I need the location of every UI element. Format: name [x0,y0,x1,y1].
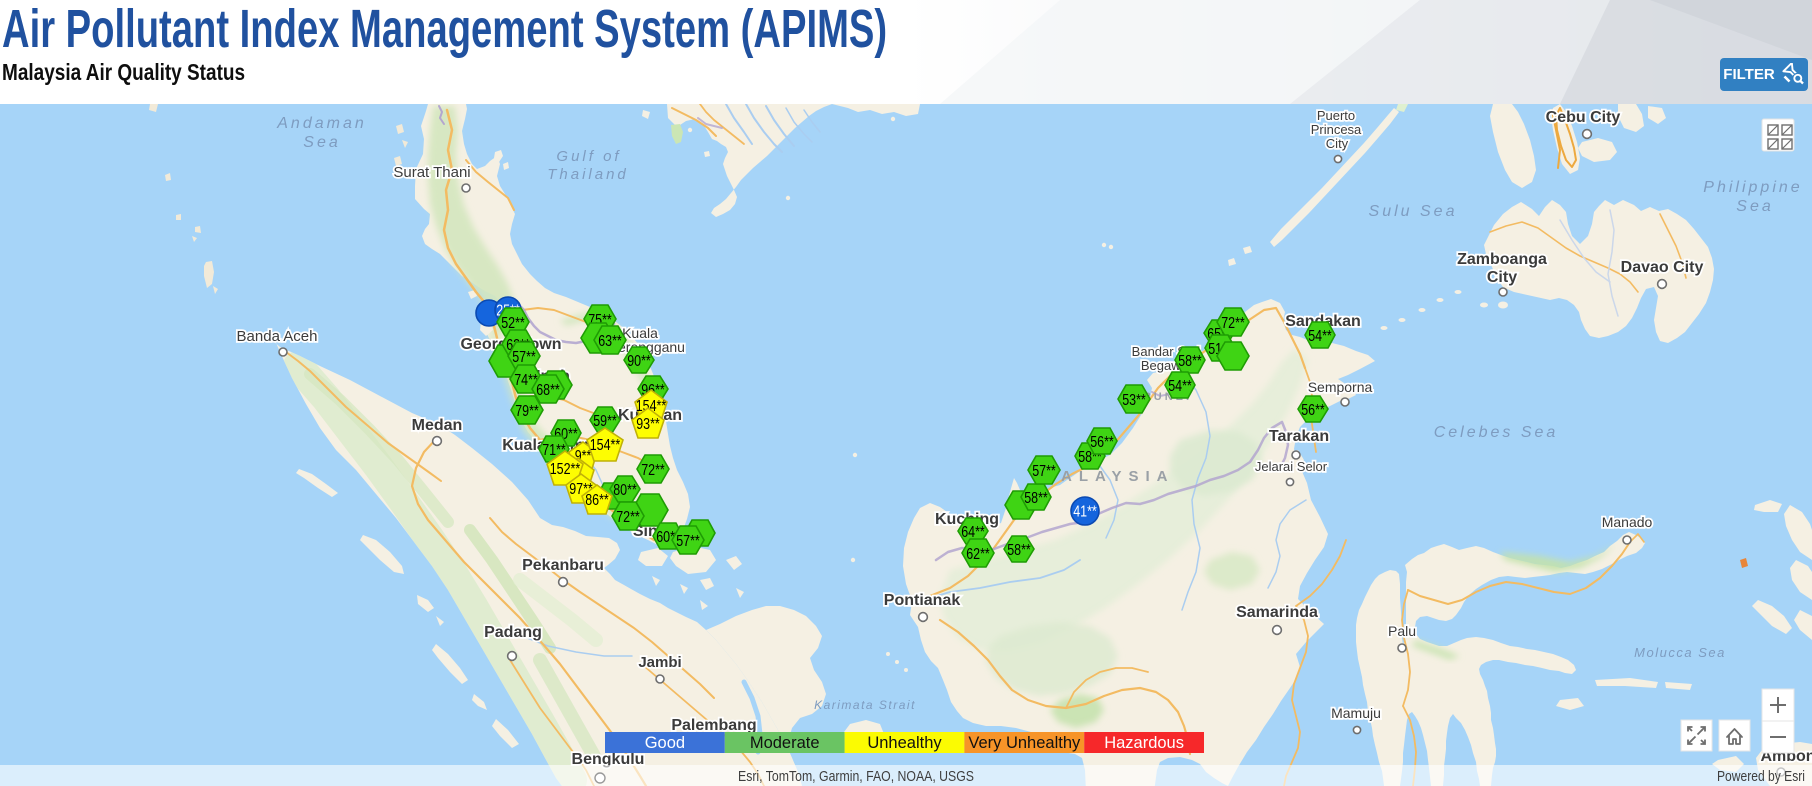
svg-text:Molucca Sea: Molucca Sea [1634,645,1726,660]
svg-text:Moderate: Moderate [750,734,820,752]
svg-text:68**: 68** [536,382,560,399]
svg-text:72**: 72** [641,462,665,479]
svg-text:63**: 63** [598,333,622,350]
svg-text:56**: 56** [1301,402,1325,419]
svg-text:Karimata Strait: Karimata Strait [814,698,916,712]
svg-text:Gulf of: Gulf of [556,148,621,165]
svg-text:Celebes Sea: Celebes Sea [1434,424,1559,441]
svg-text:57**: 57** [676,533,700,550]
svg-text:Pekanbaru: Pekanbaru [522,557,604,574]
svg-text:62**: 62** [966,546,990,563]
svg-text:Banda Aceh: Banda Aceh [237,328,318,345]
svg-text:Hazardous: Hazardous [1104,734,1184,752]
svg-text:City: City [1326,136,1349,151]
svg-text:41**: 41** [1073,504,1097,521]
svg-text:72**: 72** [1221,315,1245,332]
svg-text:Medan: Medan [412,417,463,434]
svg-text:57**: 57** [512,349,536,366]
svg-text:53**: 53** [1122,392,1146,409]
svg-text:Puerto: Puerto [1317,108,1355,123]
svg-text:72**: 72** [616,509,640,526]
svg-text:Very Unhealthy: Very Unhealthy [968,734,1081,752]
svg-text:Tarakan: Tarakan [1269,428,1329,445]
svg-text:54**: 54** [1308,328,1332,345]
svg-text:Princesa: Princesa [1311,122,1362,137]
svg-text:City: City [1487,269,1517,286]
svg-text:Good: Good [645,734,685,752]
svg-text:Surat Thani: Surat Thani [393,164,470,181]
svg-text:86**: 86** [585,492,609,509]
svg-text:Jambi: Jambi [638,654,681,671]
svg-text:79**: 79** [515,403,539,420]
svg-text:Cebu City: Cebu City [1546,109,1621,126]
svg-text:152**: 152** [550,461,581,478]
svg-text:Manado: Manado [1602,514,1653,530]
svg-text:Davao City: Davao City [1621,259,1704,276]
svg-text:Sulu Sea: Sulu Sea [1369,203,1458,220]
svg-text:154**: 154** [590,437,621,454]
svg-text:Philippine: Philippine [1703,179,1802,196]
svg-text:Semporna: Semporna [1308,379,1373,395]
svg-text:Jelarai Selor: Jelarai Selor [1255,459,1328,474]
svg-text:Thailand: Thailand [547,166,629,183]
svg-text:Unhealthy: Unhealthy [867,734,942,752]
svg-text:Sea: Sea [303,134,340,151]
svg-text:Samarinda: Samarinda [1236,604,1318,621]
svg-text:Padang: Padang [484,624,542,641]
svg-text:Andaman: Andaman [276,115,367,132]
svg-text:Esri, TomTom, Garmin, FAO, NOA: Esri, TomTom, Garmin, FAO, NOAA, USGS [738,768,974,785]
svg-text:MALAYSIA: MALAYSIA [1042,468,1175,485]
svg-text:Zamboanga: Zamboanga [1457,251,1547,268]
svg-text:58**: 58** [1024,490,1048,507]
svg-text:54**: 54** [1168,378,1192,395]
svg-text:56**: 56** [1090,434,1114,451]
svg-text:Pontianak: Pontianak [884,592,961,609]
svg-text:93**: 93** [636,416,660,433]
svg-text:80**: 80** [613,482,637,499]
svg-text:58**: 58** [1007,542,1031,559]
svg-text:Sea: Sea [1736,198,1773,215]
svg-text:57**: 57** [1032,463,1056,480]
svg-text:Powered by Esri: Powered by Esri [1717,768,1805,785]
svg-text:Mamuju: Mamuju [1331,705,1381,721]
svg-text:Palembang: Palembang [671,717,756,734]
svg-text:58**: 58** [1178,353,1202,370]
svg-text:Palu: Palu [1388,623,1416,639]
svg-text:90**: 90** [627,353,651,370]
